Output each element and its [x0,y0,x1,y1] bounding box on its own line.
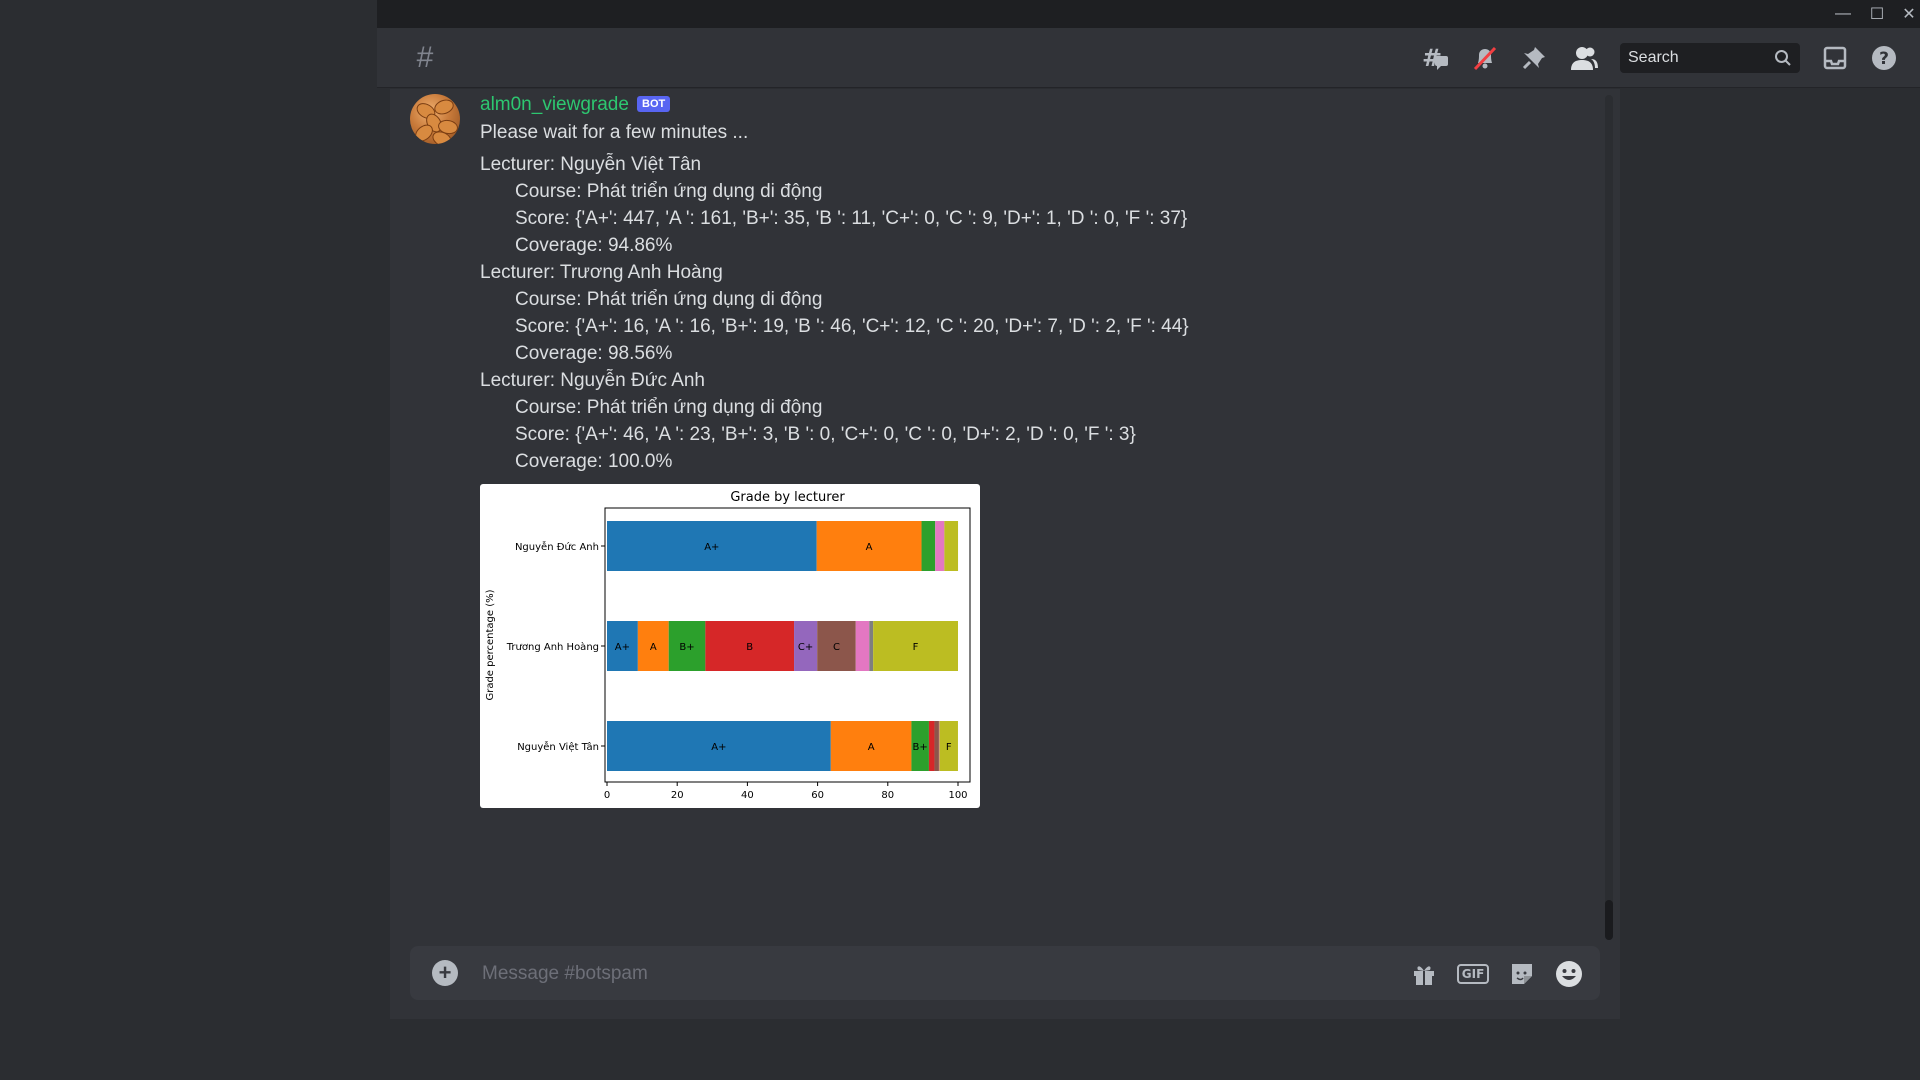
search-icon [1775,50,1791,66]
message-line: Lecturer: Trương Anh Hoàng [480,262,723,283]
bar-segment [934,721,939,771]
message-input[interactable] [480,950,1384,998]
bar-label: A [650,642,657,653]
threads-icon[interactable]: # [1420,43,1450,73]
search-placeholder: Search [1628,49,1679,66]
bar-label: A+ [711,742,726,753]
bar-segment [935,521,945,571]
message-username[interactable]: alm0n_viewgrade [480,94,629,116]
bar-label: A [866,542,873,553]
sticker-icon[interactable] [1506,958,1538,990]
bar-label: B+ [913,742,928,753]
bar-segment [855,621,870,671]
message-line: Course: Phát triển ứng dụng di động [515,397,823,418]
server-sidebar-area [0,0,377,1080]
gif-icon[interactable]: GIF [1456,958,1490,990]
bottom-empty-area [377,1020,1920,1080]
y-tick-label: Nguyễn Đức Anh [515,540,599,553]
help-icon[interactable]: ? [1869,43,1899,73]
bar-label: A [868,742,875,753]
message-line: Score: {'A+': 16, 'A ': 16, 'B+': 19, 'B… [515,316,1189,337]
y-tick-label: Trương Anh Hoàng [506,641,599,653]
bar-label: F [946,742,952,753]
bar-label: C+ [798,642,813,653]
bar-label: A+ [615,642,630,653]
bot-badge: BOT [637,96,671,112]
message-line: Course: Phát triển ứng dụng di động [515,181,823,202]
y-tick-label: Nguyễn Việt Tân [517,740,599,753]
bar-label: F [913,642,919,653]
scrollbar-track[interactable] [1605,95,1613,940]
x-tick-label: 40 [741,790,754,801]
message-line: Lecturer: Nguyễn Việt Tân [480,154,702,175]
message-line: Coverage: 94.86% [515,235,673,256]
message-line: Coverage: 100.0% [515,451,673,472]
x-tick-label: 100 [948,790,967,801]
bar-segment [869,621,874,671]
maximize-button[interactable]: ☐ [1860,0,1894,28]
message-line: Score: {'A+': 447, 'A ': 161, 'B+': 35, … [515,208,1188,229]
bar-segment [928,721,935,771]
chart-title: Grade by lecturer [730,490,845,505]
x-tick-label: 20 [671,790,684,801]
pin-icon[interactable] [1519,43,1549,73]
message-line: Course: Phát triển ứng dụng di động [515,289,823,310]
emoji-icon[interactable] [1553,958,1585,990]
chart-image[interactable]: Grade by lecturer Grade percentage (%) A+ A… [480,484,980,808]
grade-chart: Grade by lecturer Grade percentage (%) A+ A… [485,490,971,801]
x-tick-label: 60 [811,790,824,801]
bar-label: B [746,642,753,653]
channel-hash-icon: # [416,41,434,74]
close-window-button[interactable]: ✕ [1892,0,1920,28]
svg-text:?: ? [1879,49,1889,69]
right-empty-area [1620,89,1920,1080]
gif-label: GIF [1456,964,1490,984]
mute-notifications-icon[interactable] [1470,43,1500,73]
x-tick-label: 0 [604,790,610,801]
add-attachment-icon[interactable]: + [432,960,458,986]
bar-segment [921,521,936,571]
minimize-button[interactable]: — [1826,0,1860,28]
message-line: Please wait for a few minutes ... [480,122,749,143]
x-tick-label: 80 [881,790,894,801]
message-line: Coverage: 98.56% [515,343,673,364]
inbox-icon[interactable] [1820,43,1850,73]
members-icon[interactable] [1569,43,1599,73]
window-titlebar: — ☐ ✕ [377,0,1920,28]
bar-label: B+ [679,642,694,653]
bar-label: C [833,642,840,653]
y-axis-label: Grade percentage (%) [485,589,496,700]
message-line: Lecturer: Nguyễn Đức Anh [480,370,706,391]
bar-label: A+ [704,542,719,553]
scrollbar-thumb[interactable] [1605,900,1613,940]
message-line: Score: {'A+': 46, 'A ': 23, 'B+': 3, 'B … [515,424,1136,445]
gift-icon[interactable] [1408,958,1440,990]
search-input[interactable]: Search [1620,43,1800,73]
bar-segment [944,521,959,571]
avatar[interactable] [410,94,460,144]
